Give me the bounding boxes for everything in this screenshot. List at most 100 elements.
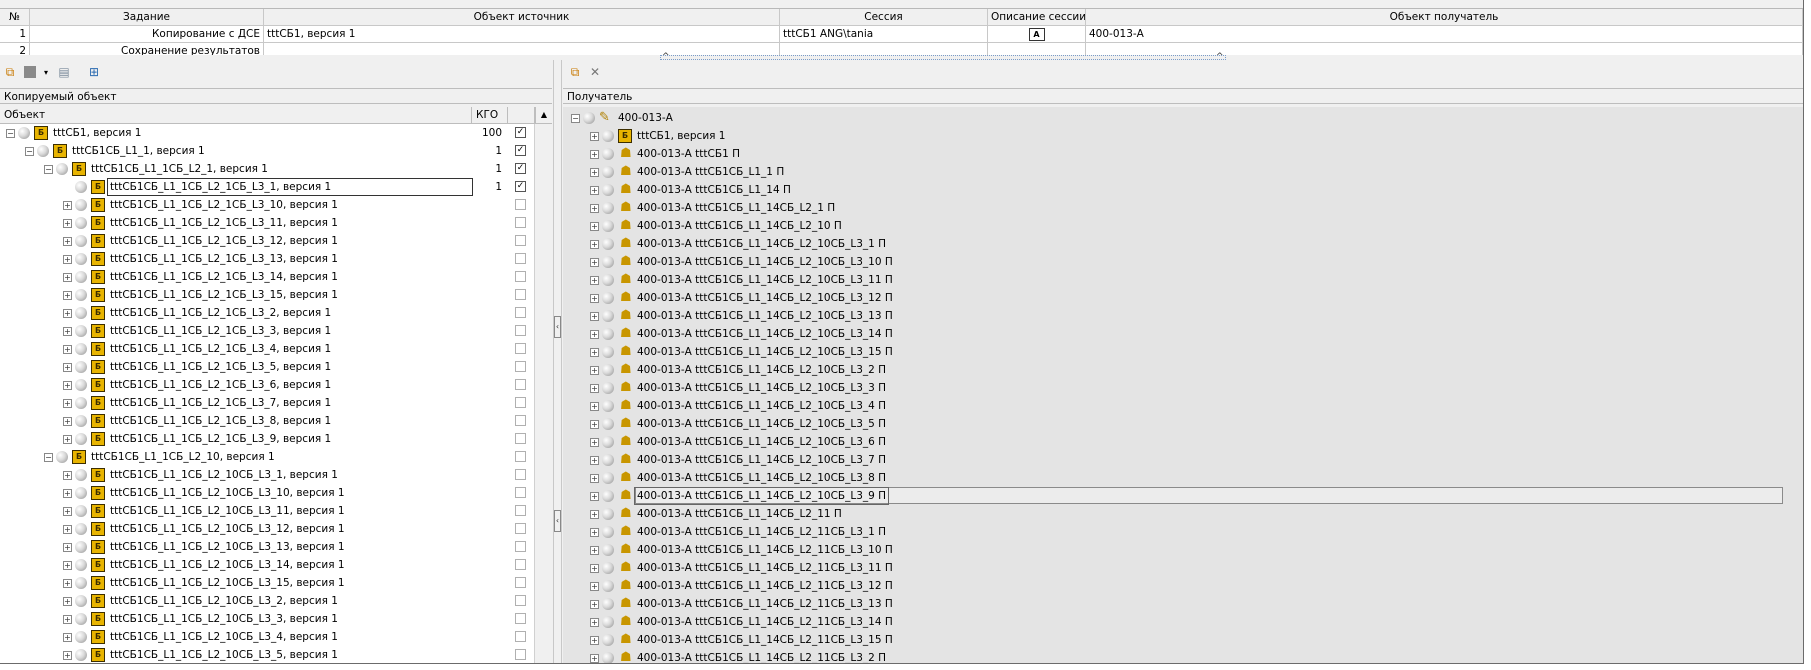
include-checkbox[interactable] <box>515 343 526 354</box>
tree-row[interactable]: + БtttCБ1CБ_L1_1CБ_L2_1CБ_L3_2, версия 1 <box>0 304 535 322</box>
expand-icon[interactable]: + <box>63 489 72 498</box>
expand-icon[interactable]: + <box>590 222 599 231</box>
scroll-up-arrow-icon[interactable]: ▲ <box>535 107 552 124</box>
tree-row[interactable]: + БtttCБ1CБ_L1_1CБ_L2_1CБ_L3_3, версия 1 <box>0 322 535 340</box>
expand-icon[interactable]: + <box>63 651 72 660</box>
tree-row[interactable]: + ☗ 400-013-А tttCБ1CБ_L1_14CБ_L2_10 П <box>563 217 1783 235</box>
tree-row[interactable]: + БtttCБ1CБ_L1_1CБ_L2_10CБ_L3_15, версия … <box>0 574 535 592</box>
expand-icon[interactable]: + <box>590 456 599 465</box>
collapse-icon[interactable]: − <box>44 165 53 174</box>
include-checkbox[interactable] <box>515 433 526 444</box>
expand-icon[interactable]: + <box>590 240 599 249</box>
tree-row[interactable]: + ☗ 400-013-А tttCБ1CБ_L1_14CБ_L2_11 П <box>563 505 1783 523</box>
tree-row[interactable]: + БtttCБ1CБ_L1_1CБ_L2_10CБ_L3_5, версия 1 <box>0 646 535 663</box>
target-tree[interactable]: − ✎ 400-013-А + БtttCБ1, версия 1 + ☗ 400-013-А… <box>563 107 1803 663</box>
expand-icon[interactable]: + <box>590 420 599 429</box>
expand-icon[interactable]: + <box>590 474 599 483</box>
expand-icon[interactable]: + <box>590 168 599 177</box>
task-session-desc[interactable] <box>988 43 1086 55</box>
expand-icon[interactable]: + <box>590 258 599 267</box>
source-vertical-scrollbar[interactable] <box>534 124 552 663</box>
include-checkbox[interactable]: ✓ <box>515 145 526 156</box>
include-checkbox[interactable] <box>515 613 526 624</box>
dropdown-arrow-icon[interactable]: ▾ <box>38 64 54 80</box>
include-checkbox[interactable] <box>515 523 526 534</box>
expand-icon[interactable]: + <box>63 417 72 426</box>
collapse-icon[interactable]: − <box>44 453 53 462</box>
vertical-splitter[interactable]: ‹ ‹ <box>553 60 562 663</box>
tree-row[interactable]: + ☗ 400-013-А tttCБ1 П <box>563 145 1783 163</box>
expand-icon[interactable]: + <box>590 348 599 357</box>
include-checkbox[interactable] <box>515 289 526 300</box>
tree-row[interactable]: + ☗ 400-013-А tttCБ1CБ_L1_14CБ_L2_10CБ_L3_… <box>563 253 1783 271</box>
collapse-icon[interactable]: − <box>571 114 580 123</box>
collapse-left-arrow-icon[interactable]: ‹ <box>554 316 561 338</box>
tree-row[interactable]: + ☗ 400-013-А tttCБ1CБ_L1_14CБ_L2_11CБ_L3_… <box>563 559 1783 577</box>
tree-row[interactable]: + БtttCБ1CБ_L1_1CБ_L2_1CБ_L3_10, версия 1 <box>0 196 535 214</box>
col-header-kgo[interactable]: КГО <box>472 107 508 124</box>
tree-row[interactable]: + ☗ 400-013-А tttCБ1CБ_L1_14CБ_L2_11CБ_L3_… <box>563 649 1783 663</box>
expand-icon[interactable]: + <box>590 546 599 555</box>
tree-row[interactable]: + ☗ 400-013-А tttCБ1CБ_L1_14CБ_L2_10CБ_L3_… <box>563 379 1783 397</box>
tree-row[interactable]: + БtttCБ1CБ_L1_1CБ_L2_1CБ_L3_12, версия 1 <box>0 232 535 250</box>
tree-row[interactable]: + БtttCБ1CБ_L1_1CБ_L2_10CБ_L3_2, версия 1 <box>0 592 535 610</box>
include-checkbox[interactable]: ✓ <box>515 127 526 138</box>
expand-icon[interactable]: + <box>63 471 72 480</box>
tree-row[interactable]: + БtttCБ1CБ_L1_1CБ_L2_1CБ_L3_8, версия 1 <box>0 412 535 430</box>
tree-row[interactable]: + БtttCБ1CБ_L1_1CБ_L2_10CБ_L3_13, версия … <box>0 538 535 556</box>
include-checkbox[interactable]: ✓ <box>515 163 526 174</box>
expand-icon[interactable]: + <box>590 150 599 159</box>
expand-icon[interactable]: + <box>63 219 72 228</box>
expand-icon[interactable]: + <box>590 564 599 573</box>
expand-icon[interactable]: + <box>590 510 599 519</box>
expand-icon[interactable]: + <box>590 582 599 591</box>
expand-icon[interactable]: + <box>590 294 599 303</box>
tree-row[interactable]: + БtttCБ1CБ_L1_1CБ_L2_10CБ_L3_3, версия 1 <box>0 610 535 628</box>
tree-row[interactable]: + ☗ 400-013-А tttCБ1CБ_L1_1 П <box>563 163 1783 181</box>
tree-row[interactable]: + БtttCБ1, версия 1 <box>563 127 1783 145</box>
expand-icon[interactable]: + <box>63 381 72 390</box>
tree-row[interactable]: + БtttCБ1CБ_L1_1CБ_L2_1CБ_L3_5, версия 1 <box>0 358 535 376</box>
include-checkbox[interactable] <box>515 451 526 462</box>
col-header-session[interactable]: Сессия <box>780 9 988 26</box>
tree-row[interactable]: + ☗ 400-013-А tttCБ1CБ_L1_14CБ_L2_10CБ_L3_… <box>563 451 1783 469</box>
expand-icon[interactable]: + <box>63 561 72 570</box>
include-checkbox[interactable] <box>515 307 526 318</box>
tree-row[interactable]: + БtttCБ1CБ_L1_1CБ_L2_10CБ_L3_4, версия 1 <box>0 628 535 646</box>
include-checkbox[interactable] <box>515 631 526 642</box>
tree-row[interactable]: + ☗ 400-013-А tttCБ1CБ_L1_14CБ_L2_10CБ_L3_… <box>563 307 1783 325</box>
expand-icon[interactable]: + <box>63 633 72 642</box>
tree-row[interactable]: + БtttCБ1CБ_L1_1CБ_L2_1CБ_L3_14, версия 1 <box>0 268 535 286</box>
include-checkbox[interactable] <box>515 649 526 660</box>
include-checkbox[interactable] <box>515 595 526 606</box>
tree-row[interactable]: + ☗ 400-013-А tttCБ1CБ_L1_14CБ_L2_11CБ_L3_… <box>563 523 1783 541</box>
tree-row[interactable]: − БtttCБ1CБ_L1_1CБ_L2_1, версия 1 1 ✓ <box>0 160 535 178</box>
tree-row[interactable]: + БtttCБ1CБ_L1_1CБ_L2_1CБ_L3_15, версия 1 <box>0 286 535 304</box>
tree-row[interactable]: + БtttCБ1CБ_L1_1CБ_L2_10CБ_L3_12, версия … <box>0 520 535 538</box>
include-checkbox[interactable] <box>515 559 526 570</box>
expand-icon[interactable]: + <box>590 528 599 537</box>
expand-icon[interactable]: + <box>63 327 72 336</box>
expand-icon[interactable]: + <box>590 330 599 339</box>
include-checkbox[interactable] <box>515 235 526 246</box>
tree-row[interactable]: + ☗ 400-013-А tttCБ1CБ_L1_14CБ_L2_10CБ_L3_… <box>563 433 1783 451</box>
include-checkbox[interactable] <box>515 487 526 498</box>
delete-icon[interactable]: ✕ <box>587 64 603 80</box>
include-checkbox[interactable] <box>515 325 526 336</box>
expand-icon[interactable]: + <box>63 525 72 534</box>
expand-icon[interactable]: + <box>63 345 72 354</box>
expand-icon[interactable]: + <box>590 204 599 213</box>
tree-row[interactable]: + БtttCБ1CБ_L1_1CБ_L2_10CБ_L3_14, версия … <box>0 556 535 574</box>
expand-icon[interactable]: + <box>63 201 72 210</box>
tree-row[interactable]: + БtttCБ1CБ_L1_1CБ_L2_1CБ_L3_11, версия 1 <box>0 214 535 232</box>
tree-row[interactable]: + ☗ 400-013-А tttCБ1CБ_L1_14CБ_L2_10CБ_L3_… <box>563 235 1783 253</box>
tree-row[interactable]: + ☗ 400-013-А tttCБ1CБ_L1_14CБ_L2_10CБ_L3_… <box>563 325 1783 343</box>
paste-icon[interactable]: ⧉ <box>567 64 583 80</box>
include-checkbox[interactable] <box>515 469 526 480</box>
tree-row[interactable]: + ☗ 400-013-А tttCБ1CБ_L1_14CБ_L2_1 П <box>563 199 1783 217</box>
tree-row[interactable]: + БtttCБ1CБ_L1_1CБ_L2_1CБ_L3_6, версия 1 <box>0 376 535 394</box>
tree-row[interactable]: − БtttCБ1, версия 1 100 ✓ <box>0 124 535 142</box>
col-header-task[interactable]: Задание <box>30 9 264 26</box>
expand-icon[interactable]: + <box>590 600 599 609</box>
include-checkbox[interactable] <box>515 379 526 390</box>
